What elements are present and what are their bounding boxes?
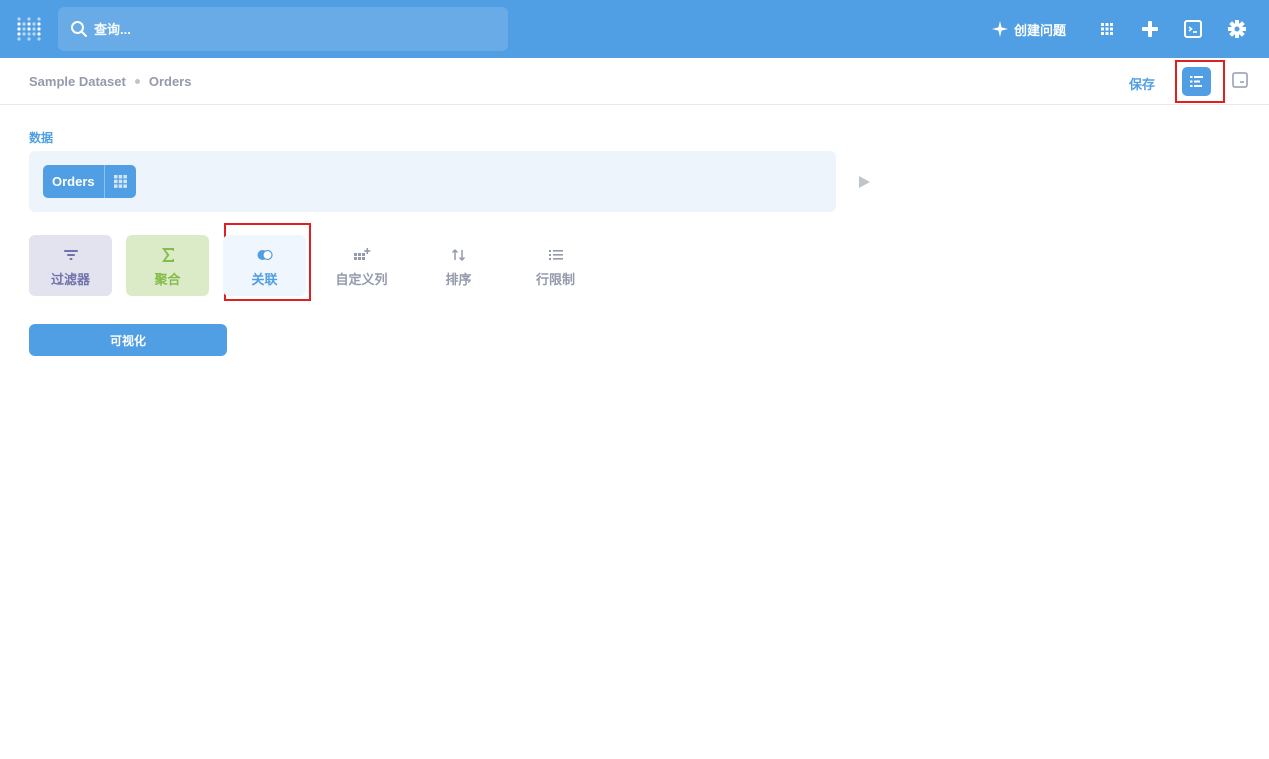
preview-play-icon[interactable]: [857, 174, 871, 190]
sort-icon: [451, 248, 465, 262]
table-grid-icon: [113, 175, 127, 188]
visualize-button[interactable]: 可视化: [29, 324, 227, 356]
row-limit-action-button[interactable]: 行限制: [514, 235, 597, 296]
grid-icon[interactable]: [1096, 18, 1118, 40]
custom-column-action-button[interactable]: 自定义列: [320, 235, 403, 296]
custom-column-action-label: 自定义列: [335, 272, 388, 287]
filter-icon: [63, 250, 78, 260]
table-selector[interactable]: Orders: [43, 165, 104, 198]
summarize-action-label: 聚合: [154, 272, 181, 287]
breadcrumb-separator: [134, 79, 140, 84]
summarize-action-button[interactable]: 聚合: [126, 235, 209, 296]
table-pill: Orders: [43, 165, 136, 198]
view-sql-icon[interactable]: [1232, 72, 1248, 88]
filter-action-button[interactable]: 过滤器: [29, 235, 112, 296]
row-limit-action-label: 行限制: [535, 272, 575, 287]
question-header: Sample Dataset Orders 保存: [0, 58, 1269, 105]
search-input[interactable]: [94, 7, 494, 51]
sort-action-button[interactable]: 排序: [417, 235, 500, 296]
breadcrumb-database[interactable]: Sample Dataset: [29, 74, 126, 89]
sum-icon: [161, 248, 174, 262]
join-icon: [257, 249, 273, 261]
filter-action-label: 过滤器: [50, 272, 90, 287]
metabase-logo-icon[interactable]: [16, 16, 42, 42]
new-question-label: 创建问题: [1014, 22, 1067, 38]
add-column-icon: [353, 248, 370, 260]
notebook-toggle-button[interactable]: [1182, 67, 1211, 96]
search-bar[interactable]: [58, 7, 508, 51]
breadcrumb: Sample Dataset Orders: [29, 74, 191, 89]
gear-icon[interactable]: [1226, 18, 1248, 40]
breadcrumb-table[interactable]: Orders: [149, 74, 192, 89]
column-picker-button[interactable]: [103, 165, 136, 198]
data-step-container: Orders: [29, 151, 836, 212]
join-action-label: 关联: [251, 272, 278, 287]
notebook-icon: [1190, 76, 1203, 87]
sql-editor-icon[interactable]: [1182, 18, 1204, 40]
sort-action-label: 排序: [445, 272, 472, 287]
top-navbar: 创建问题: [0, 0, 1269, 58]
join-action-button[interactable]: 关联: [223, 235, 306, 296]
data-step-label: 数据: [29, 131, 54, 145]
new-question-button[interactable]: 创建问题: [992, 18, 1066, 40]
plus-icon[interactable]: [1139, 18, 1161, 40]
save-button[interactable]: 保存: [1129, 74, 1155, 93]
sparkle-icon: [992, 21, 1008, 37]
search-icon: [71, 21, 87, 37]
list-icon: [548, 250, 563, 260]
